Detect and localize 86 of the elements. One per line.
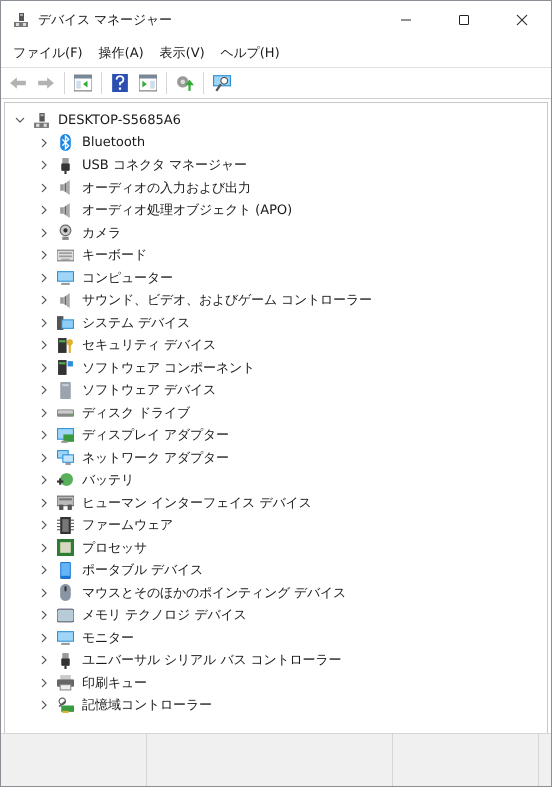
chevron-icon[interactable] xyxy=(39,182,49,193)
menu-item[interactable]: 操作(A) xyxy=(90,41,152,65)
tree-item[interactable]: ディスク ドライブ xyxy=(82,404,190,422)
chevron-icon[interactable] xyxy=(39,498,49,508)
tablet-icon xyxy=(57,562,74,579)
chevron-icon[interactable] xyxy=(39,250,49,260)
chevron-icon[interactable] xyxy=(39,340,49,350)
bluetooth-icon xyxy=(57,134,74,152)
tree-item[interactable]: ポータブル デバイス xyxy=(82,561,204,580)
chevron-icon[interactable] xyxy=(39,205,49,216)
chevron-icon[interactable] xyxy=(15,115,25,126)
chevron-icon[interactable] xyxy=(39,362,49,373)
chevron-icon[interactable] xyxy=(39,385,49,396)
window-title: デバイス マネージャー xyxy=(38,12,174,29)
chevron-icon[interactable] xyxy=(39,408,49,418)
tree-item[interactable]: プロセッサ xyxy=(82,538,147,557)
update-driver-icon xyxy=(176,74,194,92)
chevron-icon[interactable] xyxy=(39,520,49,530)
tree-item[interactable]: 印刷キュー xyxy=(82,674,147,692)
computer-icon xyxy=(33,112,50,129)
chip-icon xyxy=(57,516,74,534)
tree-item[interactable]: システム デバイス xyxy=(82,314,190,332)
tree-item[interactable]: オーディオ処理オブジェクト (APO) xyxy=(82,201,292,220)
tree-item[interactable]: Bluetooth xyxy=(82,135,146,150)
tree-item[interactable]: カメラ xyxy=(82,224,121,242)
chevron-icon[interactable] xyxy=(39,655,49,666)
tree-item[interactable]: ヒューマン インターフェイス デバイス xyxy=(82,494,312,512)
action-pane-icon xyxy=(139,74,157,92)
display-adapter-icon xyxy=(57,426,74,444)
maximize-icon xyxy=(458,14,470,26)
chevron-icon[interactable] xyxy=(39,700,49,710)
chevron-icon[interactable] xyxy=(39,318,49,328)
tree-item[interactable]: コンピューター xyxy=(82,268,173,287)
tree-item[interactable]: ソフトウェア コンポーネント xyxy=(82,358,256,377)
system-device-icon xyxy=(57,314,74,332)
tree-item[interactable]: バッテリ xyxy=(82,471,134,490)
tree-item[interactable]: サウンド、ビデオ、およびゲーム コントローラー xyxy=(82,291,372,310)
chevron-icon[interactable] xyxy=(39,678,49,688)
chevron-icon[interactable] xyxy=(39,138,49,148)
webcam-icon xyxy=(57,224,74,242)
chevron-icon[interactable] xyxy=(39,295,49,306)
puzzle-icon xyxy=(57,359,74,376)
menu-item[interactable]: 表示(V) xyxy=(152,41,213,65)
monitor-icon xyxy=(57,629,74,646)
tree-item[interactable]: ファームウェア xyxy=(82,516,173,534)
key-icon xyxy=(57,336,74,354)
tree-item[interactable]: USB コネクタ マネージャー xyxy=(82,156,247,174)
console-tree-icon xyxy=(74,74,92,92)
close-icon xyxy=(516,14,528,26)
tree-item[interactable]: ソフトウェア デバイス xyxy=(82,381,216,400)
help-icon xyxy=(111,74,129,92)
tree-item[interactable]: セキュリティ デバイス xyxy=(82,336,216,354)
menu-item[interactable]: ファイル(F) xyxy=(5,41,91,65)
tree-item[interactable]: キーボード xyxy=(82,246,147,264)
hid-icon xyxy=(57,494,74,512)
network-icon xyxy=(57,449,74,466)
chevron-icon[interactable] xyxy=(39,588,49,598)
chevron-icon[interactable] xyxy=(39,452,49,463)
computer-icon xyxy=(13,12,29,28)
tree-item[interactable]: ディスプレイ アダプター xyxy=(82,426,230,444)
chevron-icon[interactable] xyxy=(39,475,49,486)
memory-card-icon xyxy=(57,606,74,624)
processor-icon xyxy=(57,539,74,556)
chevron-icon[interactable] xyxy=(39,610,49,620)
scan-monitor-icon xyxy=(213,74,231,92)
tree-item[interactable]: DESKTOP-S5685A6 xyxy=(58,112,181,128)
tree-item[interactable]: ユニバーサル シリアル バス コントローラー xyxy=(82,651,342,670)
tree-item[interactable]: モニター xyxy=(82,628,134,647)
menu-item[interactable]: ヘルプ(H) xyxy=(212,41,288,65)
chevron-icon[interactable] xyxy=(39,632,49,643)
chevron-icon[interactable] xyxy=(39,160,49,170)
tree-item[interactable]: ネットワーク アダプター xyxy=(82,448,230,467)
tree-item[interactable]: メモリ テクノロジ デバイス xyxy=(82,606,246,624)
chevron-icon[interactable] xyxy=(39,542,49,553)
tower-icon xyxy=(57,382,74,399)
monitor-icon xyxy=(57,269,74,286)
chevron-icon[interactable] xyxy=(39,272,49,283)
chevron-icon[interactable] xyxy=(39,228,49,238)
chevron-icon[interactable] xyxy=(39,430,49,440)
chevron-icon[interactable] xyxy=(39,565,49,576)
mouse-icon xyxy=(57,584,74,602)
printer-icon xyxy=(57,674,74,692)
tree-item[interactable]: オーディオの入力および出力 xyxy=(82,178,251,197)
keyboard-icon xyxy=(57,246,74,264)
tree-item[interactable]: マウスとそのほかのポインティング デバイス xyxy=(82,584,346,602)
tree-item[interactable]: 記憶域コントローラー xyxy=(82,696,212,714)
